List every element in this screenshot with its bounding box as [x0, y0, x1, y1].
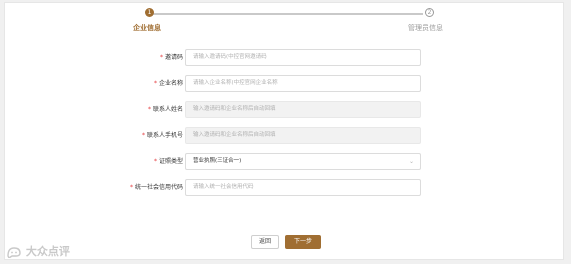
required-mark: * [153, 158, 157, 165]
contact-name-label: * 联系人姓名 [148, 101, 183, 118]
step-1-label: 企业信息 [133, 24, 161, 32]
required-mark: * [129, 184, 133, 191]
row-credit-code: * 统一社会信用代码 请输入统一社会信用代码 [5, 179, 565, 196]
back-button[interactable]: 返回 [251, 235, 279, 249]
cert-type-label: * 证照类型 [154, 153, 183, 170]
watermark-logo-icon [7, 247, 21, 258]
company-name-input[interactable]: 请输入企业名称(中控官网企业名称 [185, 75, 421, 92]
credit-code-label-text: 统一社会信用代码 [134, 184, 183, 191]
required-mark: * [153, 80, 157, 87]
required-mark: * [141, 132, 145, 139]
next-button[interactable]: 下一步 [285, 235, 321, 249]
invite-code-input[interactable]: 请输入邀请码(中控官网邀请码 [185, 49, 421, 66]
row-company-name: * 企业名称 请输入企业名称(中控官网企业名称 [5, 75, 565, 92]
credit-code-input[interactable]: 请输入统一社会信用代码 [185, 179, 421, 196]
company-name-label: * 企业名称 [154, 75, 183, 92]
row-invite-code: * 邀请码 请输入邀请码(中控官网邀请码 [5, 49, 565, 66]
invite-code-label-text: 邀请码 [164, 54, 183, 61]
contact-phone-label: * 联系人手机号 [142, 127, 183, 144]
required-mark: * [159, 54, 163, 61]
required-mark: * [147, 106, 151, 113]
watermark: 大众点评 [6, 243, 70, 258]
step-progress-line [153, 13, 423, 15]
row-cert-type: * 证照类型 营业执照(三证合一) ⌄ [5, 153, 565, 170]
registration-page: 1 企业信息 2 管理员信息 * 邀请码 请输入邀请码(中控官网邀请码 * 企业名称… [4, 2, 564, 260]
contact-phone-input: 输入邀请码和企业名称后自动回填 [185, 127, 421, 144]
credit-code-label: * 统一社会信用代码 [130, 179, 183, 196]
cert-type-label-text: 证照类型 [158, 158, 183, 165]
company-name-label-text: 企业名称 [158, 80, 183, 87]
cert-type-value: 营业执照(三证合一) [193, 158, 242, 164]
step-1-circle: 1 [145, 8, 154, 17]
contact-name-label-text: 联系人姓名 [152, 106, 183, 113]
chevron-down-icon: ⌄ [408, 158, 414, 165]
row-contact-phone: * 联系人手机号 输入邀请码和企业名称后自动回填 [5, 127, 565, 144]
contact-phone-label-text: 联系人手机号 [146, 132, 183, 139]
row-contact-name: * 联系人姓名 输入邀请码和企业名称后自动回填 [5, 101, 565, 118]
contact-name-input: 输入邀请码和企业名称后自动回填 [185, 101, 421, 118]
cert-type-select[interactable]: 营业执照(三证合一) ⌄ [185, 153, 421, 170]
step-2-label: 管理员信息 [408, 24, 443, 32]
step-2-circle: 2 [425, 8, 434, 17]
invite-code-label: * 邀请码 [160, 49, 183, 66]
watermark-text: 大众点评 [25, 245, 70, 258]
